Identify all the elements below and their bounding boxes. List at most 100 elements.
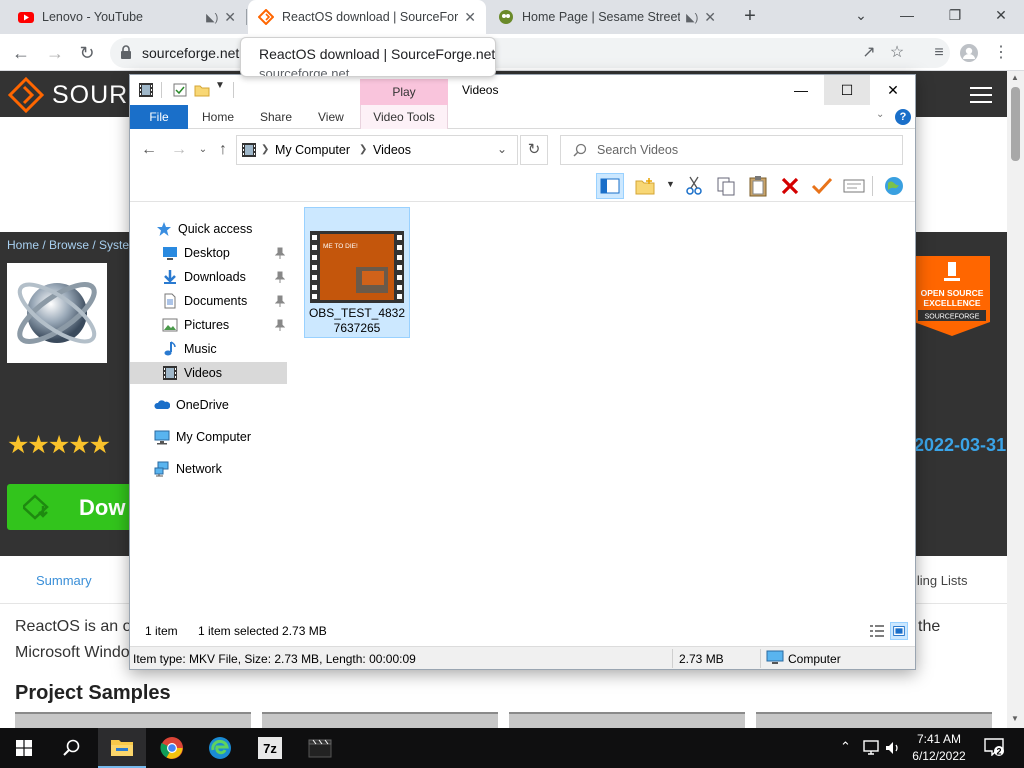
help-icon[interactable]: ? — [895, 109, 911, 125]
nav-videos[interactable]: Videos — [130, 362, 287, 384]
reload-icon[interactable]: ↻ — [74, 40, 100, 66]
close-icon[interactable]: ✕ — [704, 9, 716, 26]
close-icon[interactable]: ✕ — [224, 9, 236, 26]
forward-icon[interactable]: → — [42, 40, 68, 66]
taskbar-chrome[interactable] — [148, 728, 196, 768]
forward-icon[interactable]: → — [168, 139, 190, 161]
ribbon-tab-share[interactable]: Share — [250, 105, 302, 129]
browser-tab-sourceforge[interactable]: ReactOS download | SourceForge.net ✕ — [248, 0, 486, 34]
refresh-icon[interactable]: ↻ — [520, 135, 548, 165]
cut-button[interactable] — [680, 173, 708, 199]
tab-mailing-lists[interactable]: iling Lists — [914, 573, 967, 588]
tab-search-icon[interactable]: ⌄ — [838, 0, 884, 30]
minimize-icon[interactable]: — — [778, 75, 824, 105]
taskbar-edge[interactable] — [196, 728, 244, 768]
recent-locations-icon[interactable]: ⌄ — [192, 139, 214, 161]
nav-network[interactable]: Network — [130, 458, 287, 480]
profile-avatar-icon[interactable] — [956, 40, 982, 66]
taskbar-file-explorer[interactable] — [98, 728, 146, 768]
address-bar[interactable]: sourceforge.net — [110, 38, 950, 68]
details-view-icon[interactable] — [868, 622, 886, 640]
maximize-icon[interactable]: ☐ — [824, 75, 870, 105]
paste-button[interactable] — [744, 173, 772, 199]
notification-icon[interactable]: 2 — [984, 738, 1004, 756]
sourceforge-logo-icon[interactable] — [8, 77, 44, 113]
preview-pane-button[interactable] — [596, 173, 624, 199]
media-control-icon[interactable]: ≡ — [926, 40, 952, 66]
explorer-address-bar[interactable]: ❯ My Computer ❯ Videos ⌄ — [236, 135, 518, 165]
nav-music[interactable]: Music — [130, 338, 287, 360]
menu-kebab-icon[interactable]: ⋮ — [988, 40, 1014, 66]
rename-button[interactable] — [808, 173, 836, 199]
sample-screenshot[interactable] — [509, 712, 745, 728]
system-clock[interactable]: 7:41 AM 6/12/2022 — [900, 731, 978, 765]
nav-desktop[interactable]: Desktop — [130, 242, 287, 264]
nav-my-computer[interactable]: My Computer — [130, 426, 287, 448]
new-folder-button[interactable] — [632, 173, 660, 199]
network-globe-button[interactable] — [880, 173, 908, 199]
speaker-icon[interactable]: ◣) — [686, 11, 698, 24]
new-folder-icon[interactable] — [194, 82, 210, 98]
start-button[interactable] — [0, 728, 48, 768]
nav-quick-access[interactable]: Quick access — [130, 218, 287, 240]
back-icon[interactable]: ← — [8, 40, 34, 66]
pin-icon[interactable] — [275, 271, 285, 283]
sample-screenshot[interactable] — [262, 712, 498, 728]
minimize-icon[interactable]: — — [884, 0, 930, 30]
nav-documents[interactable]: Documents — [130, 290, 287, 312]
search-input[interactable] — [597, 141, 887, 159]
ribbon-tab-view[interactable]: View — [308, 105, 354, 129]
large-icons-view-icon[interactable] — [890, 622, 908, 640]
close-icon[interactable]: ✕ — [870, 75, 916, 105]
back-icon[interactable]: ← — [138, 139, 160, 161]
page-scrollbar[interactable]: ▲ ▼ — [1007, 71, 1024, 728]
close-icon[interactable]: ✕ — [464, 9, 476, 26]
breadcrumb-my-computer[interactable]: My Computer — [275, 143, 350, 157]
network-icon[interactable] — [862, 740, 880, 756]
sample-screenshot[interactable] — [15, 712, 251, 728]
sample-screenshot[interactable] — [756, 712, 992, 728]
browser-tab-youtube[interactable]: Lenovo - YouTube ◣) ✕ — [8, 0, 246, 34]
new-tab-button[interactable]: + — [738, 4, 762, 28]
taskbar-clapper[interactable] — [296, 728, 344, 768]
pin-icon[interactable] — [275, 247, 285, 259]
file-item[interactable]: ME TO DIE! OBS_TEST_48327637265 — [304, 207, 410, 338]
nav-pictures[interactable]: Pictures — [130, 314, 287, 336]
taskbar-7zip[interactable]: 7z — [246, 728, 294, 768]
close-icon[interactable]: ✕ — [978, 0, 1024, 30]
nav-onedrive[interactable]: OneDrive — [130, 394, 287, 416]
properties-button[interactable] — [840, 173, 868, 199]
chevron-right-icon[interactable]: ❯ — [261, 144, 269, 155]
copy-button[interactable] — [712, 173, 740, 199]
share-icon[interactable]: ↗ — [856, 40, 882, 66]
speaker-icon[interactable]: ◣) — [206, 11, 218, 24]
quick-access-toolbar-dropdown-icon[interactable]: ▼ — [215, 80, 231, 96]
scroll-up-icon[interactable]: ▲ — [1011, 73, 1019, 82]
tab-summary[interactable]: Summary — [36, 573, 92, 588]
ribbon-tab-file[interactable]: File — [130, 105, 188, 129]
hamburger-menu-icon[interactable] — [970, 87, 992, 103]
chevron-down-icon[interactable]: ⌄ — [876, 109, 884, 120]
delete-button[interactable] — [776, 173, 804, 199]
chevron-down-icon[interactable]: ⌄ — [497, 142, 507, 156]
bookmark-star-icon[interactable]: ☆ — [884, 40, 910, 66]
search-button[interactable] — [48, 728, 96, 768]
breadcrumb-videos[interactable]: Videos — [373, 143, 411, 157]
ribbon-tab-home[interactable]: Home — [192, 105, 244, 129]
chevron-down-icon[interactable]: ▼ — [666, 179, 675, 189]
pin-icon[interactable] — [275, 295, 285, 307]
breadcrumb[interactable]: Home / Browse / Syster — [7, 238, 133, 252]
restore-icon[interactable]: ❐ — [932, 0, 978, 30]
lock-icon[interactable] — [120, 45, 132, 59]
show-hidden-icons-icon[interactable]: ⌃ — [840, 739, 851, 755]
play-context-tab[interactable]: Play — [360, 79, 448, 105]
scrollbar-thumb[interactable] — [1011, 87, 1020, 161]
properties-icon[interactable] — [172, 82, 188, 98]
browser-tab-sesame[interactable]: Home Page | Sesame Street ◣) ✕ — [488, 0, 726, 34]
nav-downloads[interactable]: Downloads — [130, 266, 287, 288]
up-icon[interactable]: ↑ — [212, 139, 234, 161]
ribbon-tab-video-tools[interactable]: Video Tools — [360, 105, 448, 129]
pin-icon[interactable] — [275, 319, 285, 331]
download-button[interactable]: Dow — [7, 484, 137, 530]
scroll-down-icon[interactable]: ▼ — [1011, 714, 1019, 723]
